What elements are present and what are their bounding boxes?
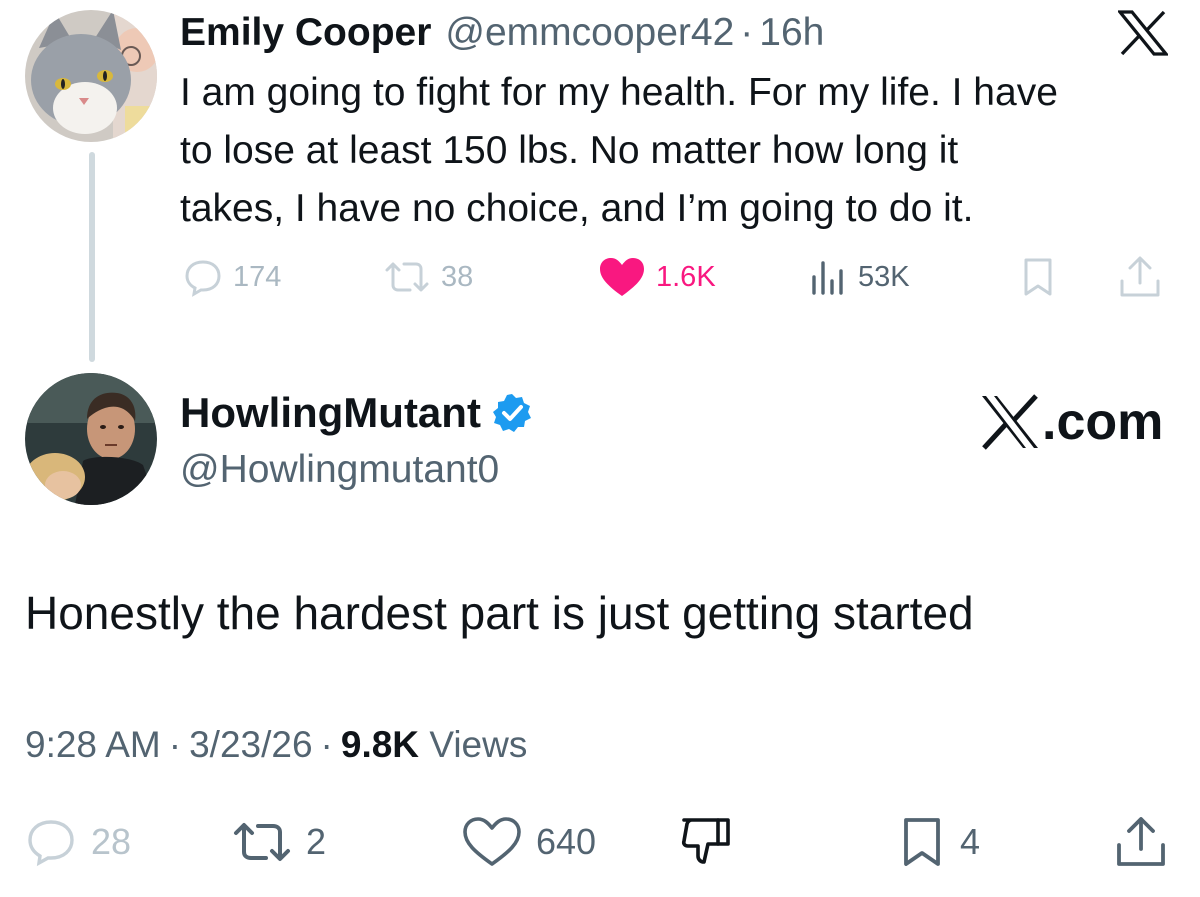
main-tweet-name-row: HowlingMutant (180, 385, 533, 441)
views-button[interactable]: 53K (808, 252, 910, 302)
repost-icon (234, 823, 290, 861)
bookmark-icon (1024, 258, 1052, 296)
tweet-text-line: takes, I have no choice, and I’m going t… (180, 187, 974, 230)
thumbs-down-icon (681, 818, 730, 864)
avatar-emily-cooper[interactable] (25, 10, 157, 142)
verified-badge-icon (492, 394, 531, 432)
share-icon (1117, 817, 1165, 866)
repost-icon (385, 262, 429, 292)
share-button[interactable] (1116, 252, 1164, 302)
tweet-meta-row: 9:28 AM · 3/23/26 · 9.8K Views (25, 718, 527, 772)
author-handle[interactable]: @emmcooper42 (445, 8, 734, 58)
author-name[interactable]: Emily Cooper (180, 8, 431, 58)
tweet-time[interactable]: 16h (759, 8, 824, 58)
share-button[interactable] (1113, 812, 1169, 872)
avatar-howlingmutant[interactable] (25, 373, 157, 505)
tweet-date[interactable]: 3/23/26 (189, 724, 312, 765)
dislike-button[interactable] (678, 812, 734, 872)
main-tweet-text: Honestly the hardest part is just gettin… (25, 587, 974, 639)
cat-avatar-icon (25, 10, 157, 142)
meta-separator: · (168, 724, 182, 765)
header-separator: · (740, 11, 754, 54)
reply-count: 28 (91, 821, 132, 862)
views-bar-chart-icon (812, 261, 843, 295)
views-label[interactable]: Views (429, 724, 527, 765)
x-com-logo: .com (980, 390, 1163, 454)
bookmark-button[interactable]: 4 (898, 812, 980, 872)
heart-outline-icon (463, 817, 521, 866)
author-handle[interactable]: @Howlingmutant0 (180, 442, 499, 498)
repost-count: 38 (441, 260, 474, 293)
thread-connector-line (89, 152, 95, 362)
author-name[interactable]: HowlingMutant (180, 389, 481, 437)
share-icon (1120, 256, 1160, 297)
bookmark-button[interactable] (1018, 252, 1058, 302)
repost-button[interactable]: 2 (232, 812, 326, 872)
tweet-text-line: to lose at least 150 lbs. No matter how … (180, 129, 959, 172)
x-logo-icon (1116, 10, 1170, 56)
tweet-time[interactable]: 9:28 AM (25, 724, 161, 765)
repost-count: 2 (306, 821, 327, 862)
bookmark-icon (904, 818, 940, 866)
reply-count: 174 (233, 260, 282, 293)
views-count: 53K (858, 260, 910, 293)
man-avatar-icon (25, 373, 157, 505)
tweet-text-line: I am going to fight for my health. For m… (180, 71, 1058, 114)
meta-separator: · (320, 724, 333, 765)
reply-button[interactable]: 174 (183, 252, 281, 302)
bookmark-count: 4 (960, 821, 981, 862)
like-count: 1.6K (656, 260, 716, 293)
heart-filled-icon (600, 258, 644, 296)
reply-icon (28, 820, 74, 867)
views-count: 9.8K (340, 724, 420, 765)
parent-tweet-text: I am going to fight for my health. For m… (180, 64, 1180, 238)
repost-button[interactable]: 38 (383, 252, 473, 302)
reply-icon (185, 260, 221, 297)
like-button[interactable]: 1.6K (598, 252, 716, 302)
parent-tweet-header: Emily Cooper @emmcooper42 · 16h (180, 8, 824, 58)
x-logo-icon (982, 394, 1038, 450)
like-count: 640 (536, 821, 597, 862)
x-com-domain-text: .com (1042, 393, 1164, 451)
reply-button[interactable]: 28 (25, 812, 131, 872)
like-button[interactable]: 640 (462, 812, 596, 872)
